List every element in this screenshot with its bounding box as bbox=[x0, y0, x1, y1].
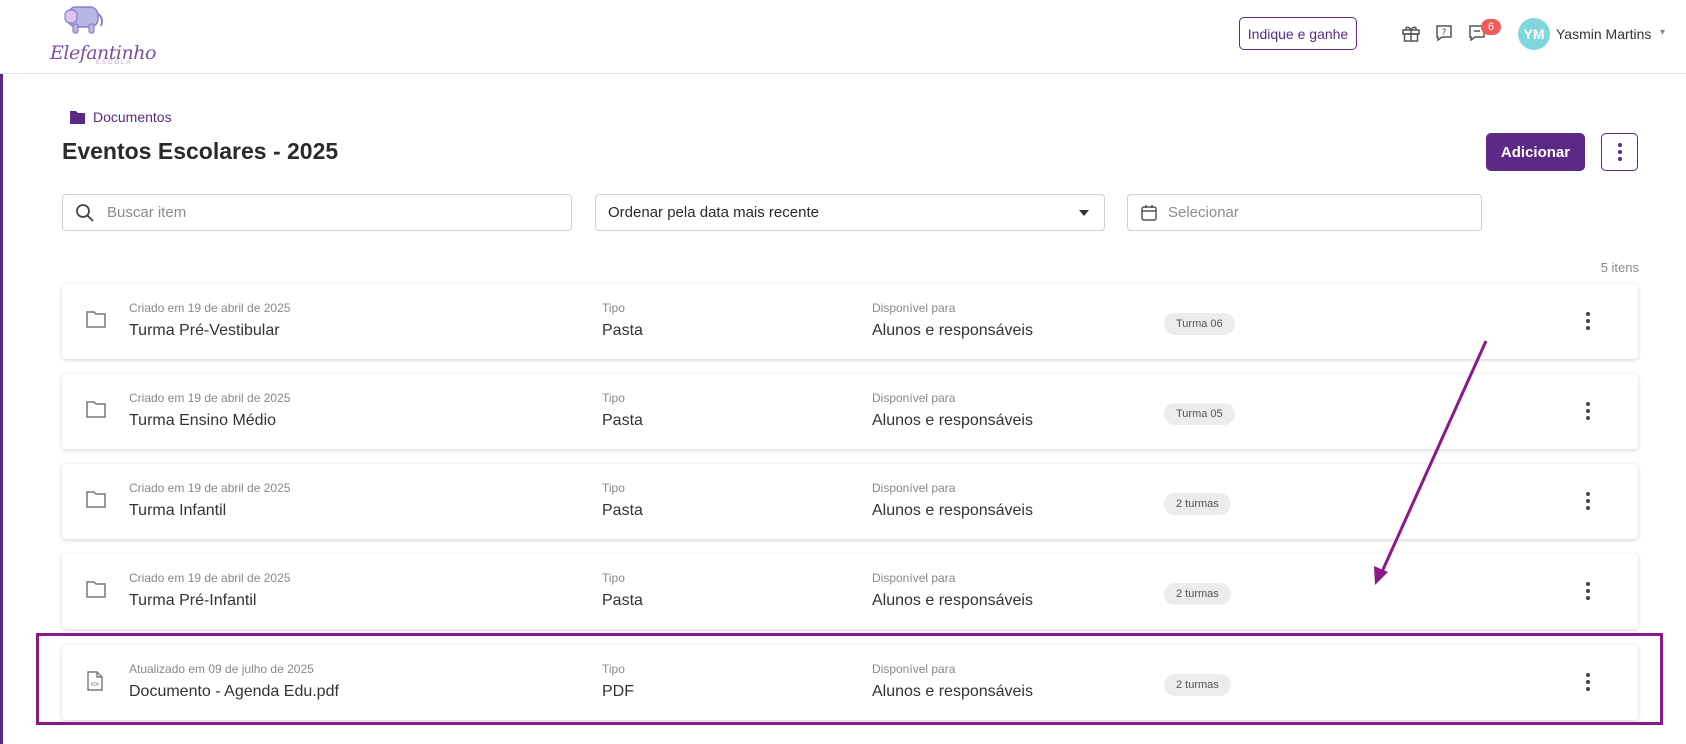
annotation-arrow bbox=[1374, 340, 1488, 585]
